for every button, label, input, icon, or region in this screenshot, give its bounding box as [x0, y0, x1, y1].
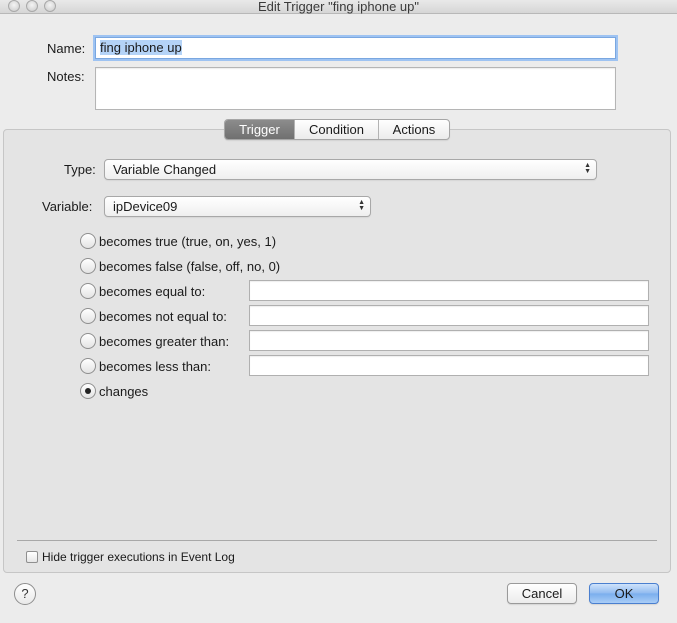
radio-label: becomes true (true, on, yes, 1)	[99, 233, 277, 249]
radio-option-becomes-equal[interactable]: becomes equal to:	[80, 281, 205, 301]
radio-label: becomes equal to:	[99, 283, 206, 299]
radio-option-becomes-not-equal[interactable]: becomes not equal to:	[80, 306, 227, 326]
radio-label: changes	[99, 383, 149, 399]
title-bar: Edit Trigger "fing iphone up"	[0, 0, 677, 14]
window-title: Edit Trigger "fing iphone up"	[258, 0, 419, 14]
tab-condition[interactable]: Condition	[295, 120, 379, 139]
tab-segmented-control: Trigger Condition Actions	[224, 119, 450, 140]
variable-value: ipDevice09	[113, 199, 178, 214]
radio-button[interactable]	[80, 358, 96, 374]
radio-button[interactable]	[80, 333, 96, 349]
greater-than-field[interactable]	[249, 330, 649, 351]
name-field[interactable]: fing iphone up	[95, 37, 616, 59]
equal-to-field[interactable]	[249, 280, 649, 301]
type-value: Variable Changed	[113, 162, 217, 177]
hide-log-checkbox[interactable]	[26, 551, 38, 563]
popup-arrows-icon: ▲ ▼	[358, 199, 365, 212]
cancel-button[interactable]: Cancel	[507, 583, 577, 604]
radio-label: becomes less than:	[99, 358, 212, 374]
hide-log-label: Hide trigger executions in Event Log	[42, 550, 235, 564]
radio-option-becomes-greater[interactable]: becomes greater than:	[80, 331, 229, 351]
tab-actions[interactable]: Actions	[379, 120, 449, 139]
radio-option-changes[interactable]: changes	[80, 381, 148, 401]
not-equal-to-field[interactable]	[249, 305, 649, 326]
notes-label: Notes:	[47, 69, 85, 84]
radio-button[interactable]	[80, 258, 96, 274]
divider	[17, 540, 657, 541]
popup-arrows-icon: ▲ ▼	[584, 162, 591, 175]
radio-button[interactable]	[80, 233, 96, 249]
less-than-field[interactable]	[249, 355, 649, 376]
type-label: Type:	[64, 162, 96, 177]
radio-button[interactable]	[80, 308, 96, 324]
radio-button-selected[interactable]	[80, 383, 96, 399]
notes-field[interactable]	[95, 67, 616, 110]
radio-button[interactable]	[80, 283, 96, 299]
radio-label: becomes greater than:	[99, 333, 230, 349]
help-button[interactable]: ?	[14, 583, 36, 605]
radio-option-becomes-less[interactable]: becomes less than:	[80, 356, 211, 376]
ok-button[interactable]: OK	[589, 583, 659, 604]
name-value: fing iphone up	[100, 40, 182, 55]
radio-label: becomes false (false, off, no, 0)	[99, 258, 281, 274]
radio-option-becomes-false[interactable]: becomes false (false, off, no, 0)	[80, 256, 280, 276]
radio-option-becomes-true[interactable]: becomes true (true, on, yes, 1)	[80, 231, 276, 251]
name-label: Name:	[47, 41, 86, 56]
variable-label: Variable:	[42, 199, 93, 214]
variable-popup[interactable]: ipDevice09 ▲ ▼	[104, 196, 371, 217]
type-popup[interactable]: Variable Changed ▲ ▼	[104, 159, 597, 180]
radio-label: becomes not equal to:	[99, 308, 227, 324]
tab-trigger[interactable]: Trigger	[225, 120, 295, 139]
